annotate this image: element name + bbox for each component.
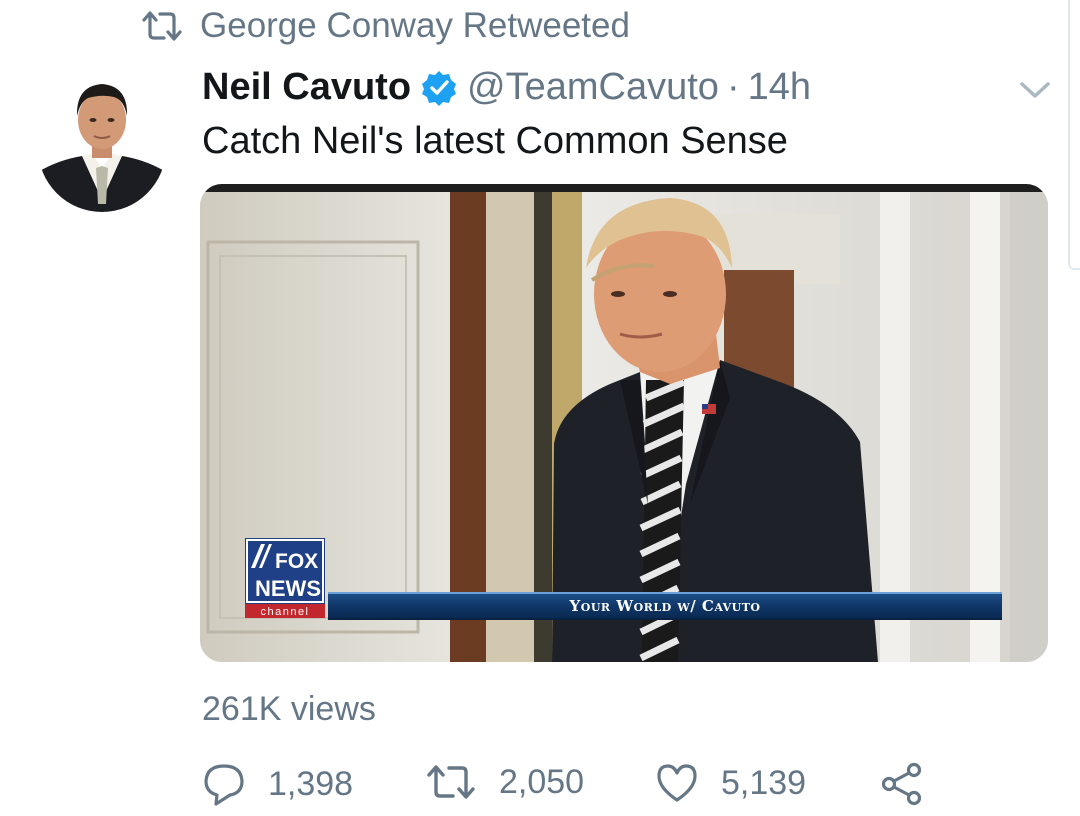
tweet-actions: 1,398 2,050 5,139 [200, 762, 940, 814]
share-button[interactable] [880, 762, 946, 806]
chevron-down-icon[interactable] [1018, 78, 1052, 102]
like-button[interactable]: 5,139 [655, 762, 806, 804]
show-title: Your World w/ Cavuto [569, 597, 761, 615]
like-count: 5,139 [721, 763, 807, 802]
separator: · [726, 66, 740, 108]
tweet-header: Neil Cavuto @TeamCavuto · 14h [202, 66, 811, 109]
channel-logo-text: channel [260, 606, 309, 618]
heart-icon [657, 764, 697, 802]
display-name[interactable]: Neil Cavuto [202, 66, 411, 109]
timestamp[interactable]: 14h [748, 66, 811, 109]
retweet-icon [142, 11, 182, 41]
retweet-icon [427, 765, 475, 799]
handle[interactable]: @TeamCavuto [467, 66, 719, 109]
tweet-text: Catch Neil's latest Common Sense [202, 120, 788, 162]
view-count: 261K views [202, 690, 376, 728]
reply-button[interactable]: 1,398 [202, 762, 353, 806]
retweet-button[interactable]: 2,050 [425, 762, 584, 802]
avatar[interactable] [38, 72, 166, 212]
retweet-context[interactable]: George Conway Retweeted [140, 6, 630, 46]
fox-news-logo: FOX NEWS channel [245, 538, 325, 618]
news-logo-text: NEWS [255, 576, 321, 601]
fox-logo-text: FOX [275, 550, 318, 573]
retweet-label: George Conway Retweeted [200, 6, 630, 45]
share-icon [881, 762, 922, 806]
scrollbar[interactable] [1068, 0, 1080, 270]
retweet-count: 2,050 [499, 762, 585, 801]
video-thumbnail[interactable]: FOX NEWS channel Your World w/ Cavuto [200, 184, 1048, 662]
show-title-banner: Your World w/ Cavuto [328, 592, 1002, 620]
reply-count: 1,398 [268, 764, 354, 803]
reply-icon [204, 764, 244, 806]
verified-badge-icon [422, 70, 457, 106]
